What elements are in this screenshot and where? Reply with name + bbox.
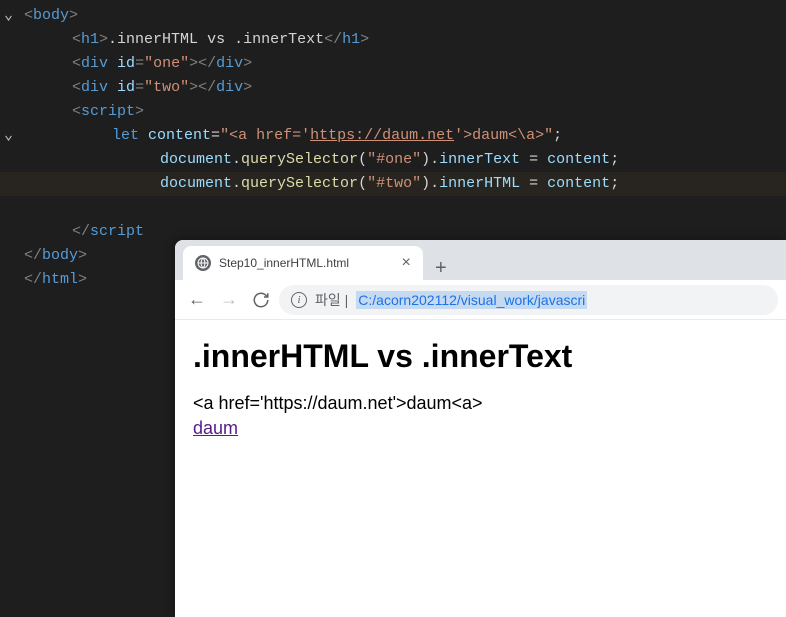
info-icon[interactable]: i <box>291 292 307 308</box>
code-line[interactable]: document.querySelector("#two").innerHTML… <box>0 172 786 196</box>
tab-title: Step10_innerHTML.html <box>219 256 393 270</box>
url-prefix: 파일 | <box>315 290 348 310</box>
code-line[interactable] <box>0 196 786 220</box>
address-bar[interactable]: i 파일 | C:/acorn202112/visual_work/javasc… <box>279 285 778 315</box>
browser-tab-bar: Step10_innerHTML.html × + <box>175 240 786 280</box>
fold-chevron[interactable]: ⌄ <box>4 4 13 28</box>
code-line[interactable]: <div id="two"></div> <box>0 76 786 100</box>
browser-window: Step10_innerHTML.html × + ← → i 파일 | C:/… <box>175 240 786 617</box>
url-path: C:/acorn202112/visual_work/javascri <box>356 291 587 309</box>
code-line[interactable]: <script> <box>0 100 786 124</box>
reload-button[interactable] <box>247 286 275 314</box>
code-line[interactable]: document.querySelector("#one").innerText… <box>0 148 786 172</box>
back-button[interactable]: ← <box>183 286 211 314</box>
rendered-page: .innerHTML vs .innerText <a href='https:… <box>175 320 786 457</box>
innertext-output: <a href='https://daum.net'>daum<a> <box>193 393 768 414</box>
code-line[interactable]: let content="<a href='https://daum.net'>… <box>0 124 786 148</box>
browser-tab[interactable]: Step10_innerHTML.html × <box>183 246 423 280</box>
code-line[interactable]: <h1>.innerHTML vs .innerText</h1> <box>0 28 786 52</box>
code-line[interactable]: <div id="one"></div> <box>0 52 786 76</box>
browser-toolbar: ← → i 파일 | C:/acorn202112/visual_work/ja… <box>175 280 786 320</box>
innerhtml-output-link[interactable]: daum <box>193 418 238 438</box>
globe-icon <box>195 255 211 271</box>
code-line[interactable]: <body> <box>0 4 786 28</box>
forward-button[interactable]: → <box>215 286 243 314</box>
close-icon[interactable]: × <box>401 254 411 272</box>
new-tab-button[interactable]: + <box>423 257 459 280</box>
page-heading: .innerHTML vs .innerText <box>193 338 768 375</box>
fold-chevron[interactable]: ⌄ <box>4 124 13 148</box>
